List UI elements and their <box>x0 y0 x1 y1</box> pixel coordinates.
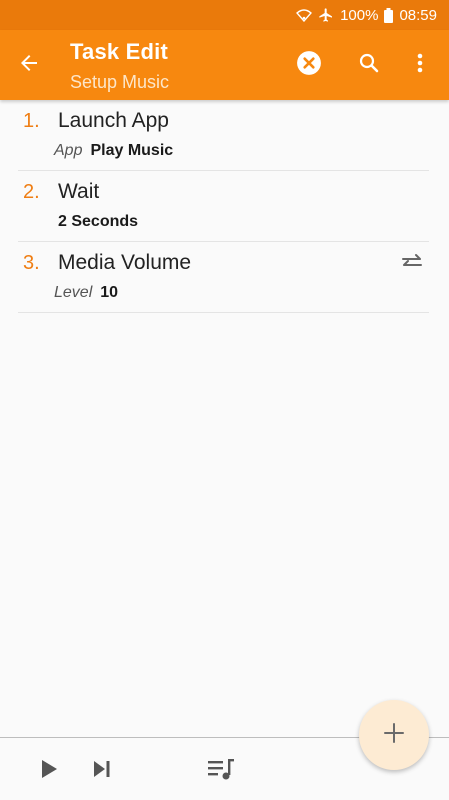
action-detail: Level 10 <box>54 284 118 302</box>
action-detail: 2 Seconds <box>58 213 138 231</box>
action-item-launch-app[interactable]: 1. Launch App App Play Music <box>18 100 429 171</box>
action-number: 3. <box>23 252 40 274</box>
clock: 08:59 <box>399 6 437 24</box>
more-options-button[interactable] <box>405 50 435 80</box>
action-item-wait[interactable]: 2. Wait 2 Seconds <box>18 171 429 242</box>
page-title: Task Edit <box>70 39 168 64</box>
back-button[interactable] <box>14 50 44 80</box>
action-name: Wait <box>58 180 100 203</box>
play-icon <box>38 758 60 785</box>
detail-value: 10 <box>100 284 119 301</box>
queue-music-icon <box>207 757 237 786</box>
detail-value: Play Music <box>90 142 174 159</box>
status-bar: 100% 08:59 <box>0 0 449 30</box>
add-icon <box>383 722 405 749</box>
action-number: 1. <box>23 110 40 132</box>
battery-percent: 100% <box>340 6 379 24</box>
search-button[interactable] <box>354 50 384 80</box>
action-name: Launch App <box>58 109 169 132</box>
swap-icon[interactable] <box>400 252 424 272</box>
action-name: Media Volume <box>58 251 192 274</box>
add-action-button[interactable] <box>359 700 429 770</box>
skip-next-button[interactable] <box>89 758 115 784</box>
detail-key: Level <box>54 284 93 301</box>
detail-value: 2 Seconds <box>58 213 139 230</box>
airplane-icon <box>318 7 334 23</box>
action-list: 1. Launch App App Play Music 2. Wait 2 S… <box>18 100 429 313</box>
skip-next-icon <box>91 758 113 785</box>
back-arrow-icon <box>17 51 41 80</box>
play-button[interactable] <box>36 758 62 784</box>
battery-icon <box>384 7 394 23</box>
page-subtitle: Setup Music <box>70 72 170 92</box>
clear-button[interactable] <box>294 50 324 80</box>
action-item-media-volume[interactable]: 3. Media Volume Level 10 <box>18 242 429 313</box>
action-detail: App Play Music <box>54 142 173 160</box>
wifi-icon <box>296 8 313 22</box>
queue-music-button[interactable] <box>207 757 237 786</box>
action-number: 2. <box>23 181 40 203</box>
app-bar: Task Edit Setup Music <box>0 30 449 100</box>
clear-icon <box>296 50 322 81</box>
search-icon <box>357 51 381 80</box>
more-vert-icon <box>416 51 424 80</box>
detail-key: App <box>54 142 83 159</box>
